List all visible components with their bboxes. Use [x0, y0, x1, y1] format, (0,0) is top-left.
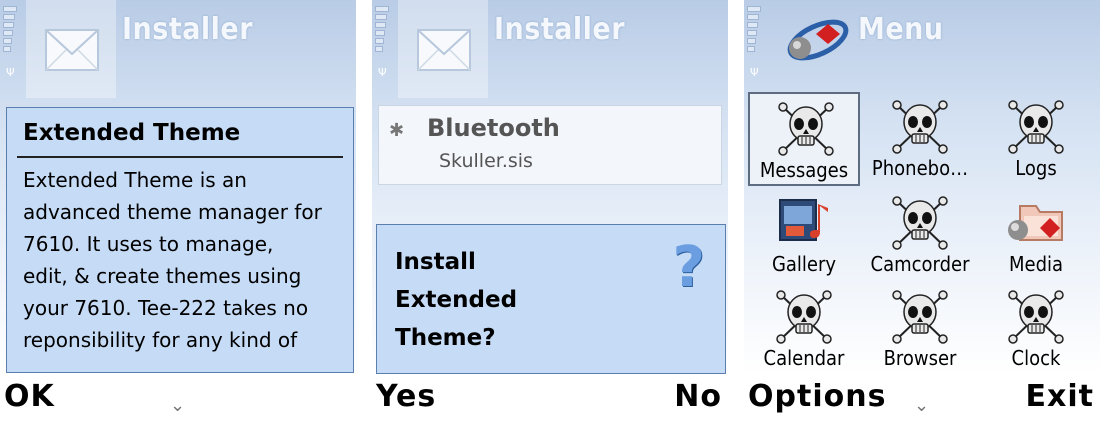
- title-bar: Ψ Installer: [372, 0, 728, 98]
- antenna-icon: Ψ: [6, 66, 15, 79]
- title-divider: [17, 156, 343, 158]
- skull-icon: [774, 286, 834, 344]
- app-tile-gallery[interactable]: Gallery: [748, 188, 860, 282]
- received-file-item[interactable]: ✱ Bluetooth Skuller.sis: [378, 105, 722, 185]
- skull-icon: [1006, 286, 1066, 344]
- app-tile-media[interactable]: Media: [980, 188, 1092, 282]
- app-tile-clock[interactable]: Clock: [980, 282, 1092, 376]
- panel-title: Extended Theme: [23, 120, 241, 146]
- app-label: Logs: [1015, 156, 1057, 180]
- envelope-icon: [398, 0, 488, 98]
- signal-strength-icon: [747, 6, 761, 66]
- description-line: your 7610. Tee-222 takes no: [23, 296, 309, 320]
- description-line: Extended Theme is an: [23, 168, 247, 192]
- scroll-down-icon[interactable]: ⌄: [170, 395, 185, 416]
- prompt-line: Theme?: [395, 325, 496, 351]
- description-line: advanced theme manager for: [23, 200, 322, 224]
- description-text[interactable]: Extended Theme is an advanced theme mana…: [23, 164, 343, 356]
- app-label: Camcorder: [870, 252, 970, 276]
- envelope-icon: [26, 0, 116, 98]
- app-tile-camcorder[interactable]: Camcorder: [864, 188, 976, 282]
- signal-strength-icon: [3, 6, 17, 66]
- app-label: Media: [1008, 252, 1064, 276]
- main-menu-screen: Ψ Menu Messages Phonebo… Logs Gallery Camcor…: [744, 0, 1100, 438]
- media-icon: [1006, 192, 1066, 250]
- ok-softkey[interactable]: OK: [4, 379, 55, 414]
- window-title: Menu: [858, 12, 944, 47]
- app-label: Clock: [1011, 346, 1061, 370]
- options-softkey[interactable]: Options: [748, 379, 886, 414]
- antenna-icon: Ψ: [750, 66, 759, 79]
- app-label: Messages: [759, 158, 849, 182]
- gallery-icon: [774, 192, 834, 250]
- app-label: Gallery: [771, 252, 837, 276]
- dialog-prompt: Install Extended Theme?: [395, 243, 655, 357]
- softkey-bar: Options ⌄ Exit: [744, 375, 1100, 438]
- app-label: Browser: [883, 346, 957, 370]
- app-label: Calendar: [763, 346, 845, 370]
- installer-info-screen: Ψ Installer Extended Theme Extended Them…: [0, 0, 356, 438]
- confirmation-dialog: Install Extended Theme? ?: [376, 224, 726, 374]
- item-filename: Skuller.sis: [439, 150, 533, 172]
- item-source: Bluetooth: [427, 114, 560, 142]
- description-line: edit, & create themes using: [23, 264, 302, 288]
- title-bar: Ψ Installer: [0, 0, 356, 98]
- title-bar: Ψ Menu: [744, 0, 1100, 98]
- scroll-down-icon[interactable]: ⌄: [914, 395, 929, 416]
- prompt-line: Extended: [395, 287, 518, 313]
- skull-icon: [890, 96, 950, 154]
- skull-icon: [776, 98, 836, 156]
- skull-icon: [890, 286, 950, 344]
- install-confirm-screen: Ψ Installer ✱ Bluetooth Skuller.sis Inst…: [372, 0, 728, 438]
- app-tile-logs[interactable]: Logs: [980, 92, 1092, 186]
- yes-softkey[interactable]: Yes: [376, 379, 436, 414]
- description-line: reponsibility for any kind of: [23, 328, 298, 352]
- app-tile-calendar[interactable]: Calendar: [748, 282, 860, 376]
- description-line: 7610. It uses to manage,: [23, 232, 274, 256]
- app-tile-phonebo[interactable]: Phonebo…: [864, 92, 976, 186]
- bluetooth-icon: ✱: [389, 120, 405, 141]
- softkey-bar: Yes No: [372, 375, 728, 438]
- question-icon: ?: [672, 235, 705, 300]
- prompt-line: Install: [395, 249, 476, 275]
- window-title: Installer: [122, 12, 254, 47]
- skull-icon: [1006, 96, 1066, 154]
- app-tile-browser[interactable]: Browser: [864, 282, 976, 376]
- menu-logo-icon: [780, 10, 850, 70]
- app-label: Phonebo…: [871, 156, 969, 180]
- info-panel: Extended Theme Extended Theme is an adva…: [6, 107, 354, 373]
- signal-strength-icon: [375, 6, 389, 66]
- screen-separator: [728, 0, 744, 438]
- skull-icon: [890, 192, 950, 250]
- exit-softkey[interactable]: Exit: [1026, 379, 1094, 414]
- softkey-bar: OK ⌄: [0, 375, 356, 438]
- window-title: Installer: [494, 12, 626, 47]
- app-tile-messages[interactable]: Messages: [748, 92, 860, 186]
- antenna-icon: Ψ: [378, 66, 387, 79]
- no-softkey[interactable]: No: [674, 379, 722, 414]
- screen-separator: [356, 0, 372, 438]
